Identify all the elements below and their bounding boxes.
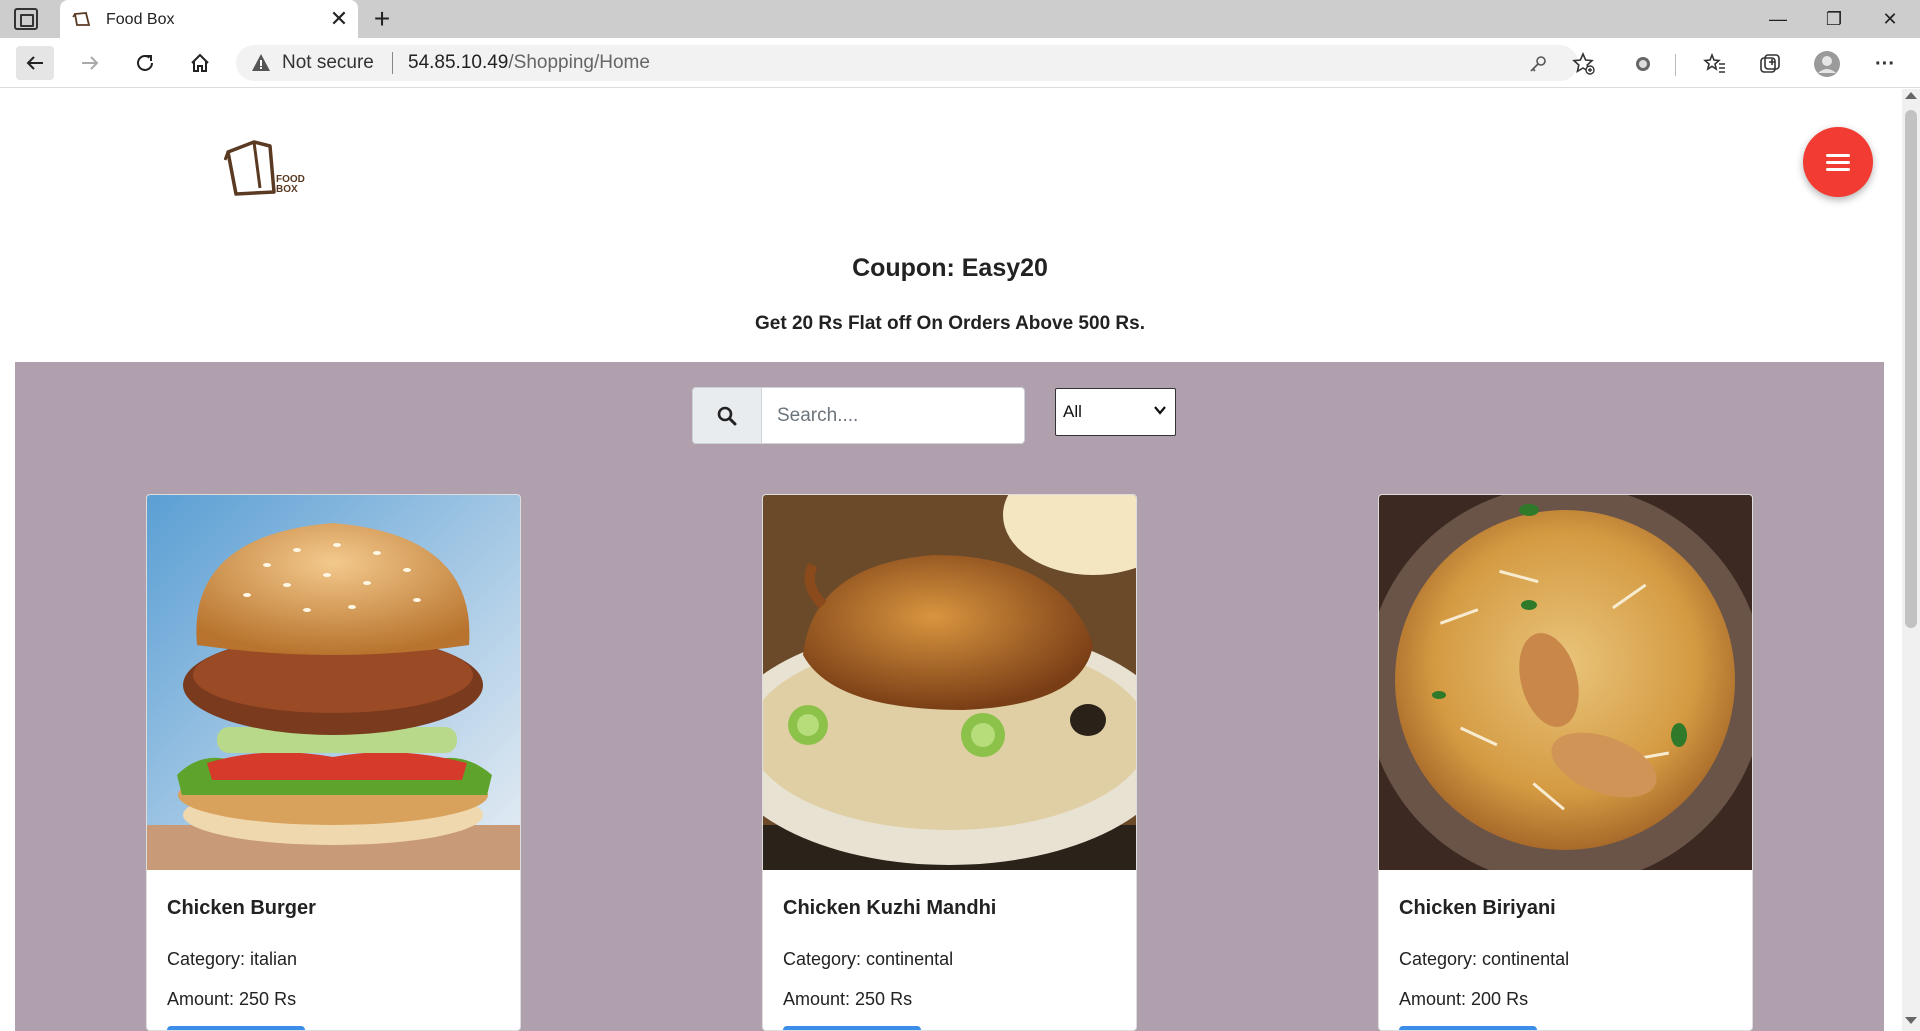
search-icon: [717, 406, 737, 425]
forward-arrow-icon: [82, 56, 99, 70]
extension-icon[interactable]: [1629, 50, 1657, 78]
tab-actions-icon[interactable]: [14, 8, 38, 30]
logo-text-bottom: BOX: [276, 184, 298, 195]
new-tab-button[interactable]: +: [368, 4, 396, 34]
favorites-icon[interactable]: [1701, 50, 1729, 78]
food-box-logo[interactable]: FOOD BOX: [224, 138, 310, 196]
product-category: Category: continental: [1399, 949, 1570, 969]
hamburger-icon-line: [1826, 160, 1850, 164]
window-minimize-button[interactable]: —: [1750, 0, 1806, 38]
address-separator: [392, 52, 393, 74]
search-input[interactable]: [762, 388, 1024, 443]
chicken-burger-image[interactable]: [147, 495, 520, 870]
product-name: Chicken Biriyani: [1399, 897, 1556, 919]
product-name: Chicken Burger: [167, 897, 316, 919]
profile-avatar-icon[interactable]: [1813, 50, 1841, 78]
url-path: /Shopping/Home: [508, 52, 650, 73]
add-to-cart-button[interactable]: [1399, 1026, 1537, 1030]
scroll-up-arrow-icon[interactable]: [1905, 92, 1917, 99]
forward-button[interactable]: [72, 46, 108, 80]
warning-icon: [252, 54, 270, 71]
category-select[interactable]: All: [1055, 388, 1176, 436]
menu-button[interactable]: [1803, 127, 1873, 197]
refresh-icon: [137, 54, 153, 71]
home-button[interactable]: [182, 46, 218, 80]
add-favorite-icon[interactable]: [1570, 50, 1598, 78]
browser-tab-strip: Food Box ✕ + — ❐ ✕: [0, 0, 1920, 38]
toolbar-divider: [1675, 54, 1676, 76]
product-amount: Amount: 250 Rs: [783, 989, 913, 1009]
add-to-cart-button[interactable]: [783, 1026, 921, 1030]
coupon-title: Coupon: Easy20: [852, 254, 1048, 282]
hamburger-icon-line: [1826, 153, 1850, 157]
hamburger-icon-line: [1826, 167, 1850, 171]
product-category: Category: italian: [167, 949, 298, 969]
browser-tab[interactable]: [60, 0, 358, 38]
product-card[interactable]: Chicken Biriyani Category: continental A…: [1378, 494, 1753, 1031]
key-icon[interactable]: [1524, 50, 1552, 78]
home-icon: [191, 53, 209, 72]
product-amount: Amount: 250 Rs: [167, 989, 297, 1009]
back-button[interactable]: [16, 46, 54, 80]
product-category: Category: continental: [783, 949, 954, 969]
product-name: Chicken Kuzhi Mandhi: [783, 897, 997, 919]
product-card[interactable]: Chicken Kuzhi Mandhi Category: continent…: [762, 494, 1137, 1031]
scroll-down-arrow-icon[interactable]: [1905, 1017, 1917, 1024]
tab-title: Food Box: [106, 11, 175, 28]
url-text[interactable]: 54.85.10.49/Shopping/Home: [408, 52, 650, 74]
coupon-description: Get 20 Rs Flat off On Orders Above 500 R…: [755, 313, 1145, 334]
search-button[interactable]: [692, 387, 762, 444]
product-card[interactable]: Chicken Burger Category: italian Amount:…: [146, 494, 521, 1031]
browser-toolbar: Not secure 54.85.10.49/Shopping/Home ···: [0, 38, 1920, 88]
back-arrow-icon: [26, 56, 43, 70]
collections-icon[interactable]: [1756, 50, 1784, 78]
security-label[interactable]: Not secure: [282, 52, 374, 74]
add-to-cart-button[interactable]: [167, 1026, 305, 1030]
window-close-button[interactable]: ✕: [1862, 0, 1918, 38]
chevron-down-icon: [1154, 406, 1166, 415]
tab-close-icon[interactable]: ✕: [328, 7, 350, 31]
more-menu-icon[interactable]: ···: [1871, 50, 1899, 78]
chicken-biriyani-image[interactable]: [1379, 495, 1752, 870]
product-amount: Amount: 200 Rs: [1399, 989, 1529, 1009]
refresh-button[interactable]: [127, 46, 163, 80]
category-selected-value: All: [1063, 402, 1082, 421]
scrollbar-thumb[interactable]: [1905, 110, 1917, 628]
window-restore-button[interactable]: ❐: [1806, 0, 1862, 38]
food-box-favicon-icon: [72, 12, 91, 26]
chicken-kuzhi-mandhi-image[interactable]: [763, 495, 1136, 870]
url-host: 54.85.10.49: [408, 52, 509, 73]
